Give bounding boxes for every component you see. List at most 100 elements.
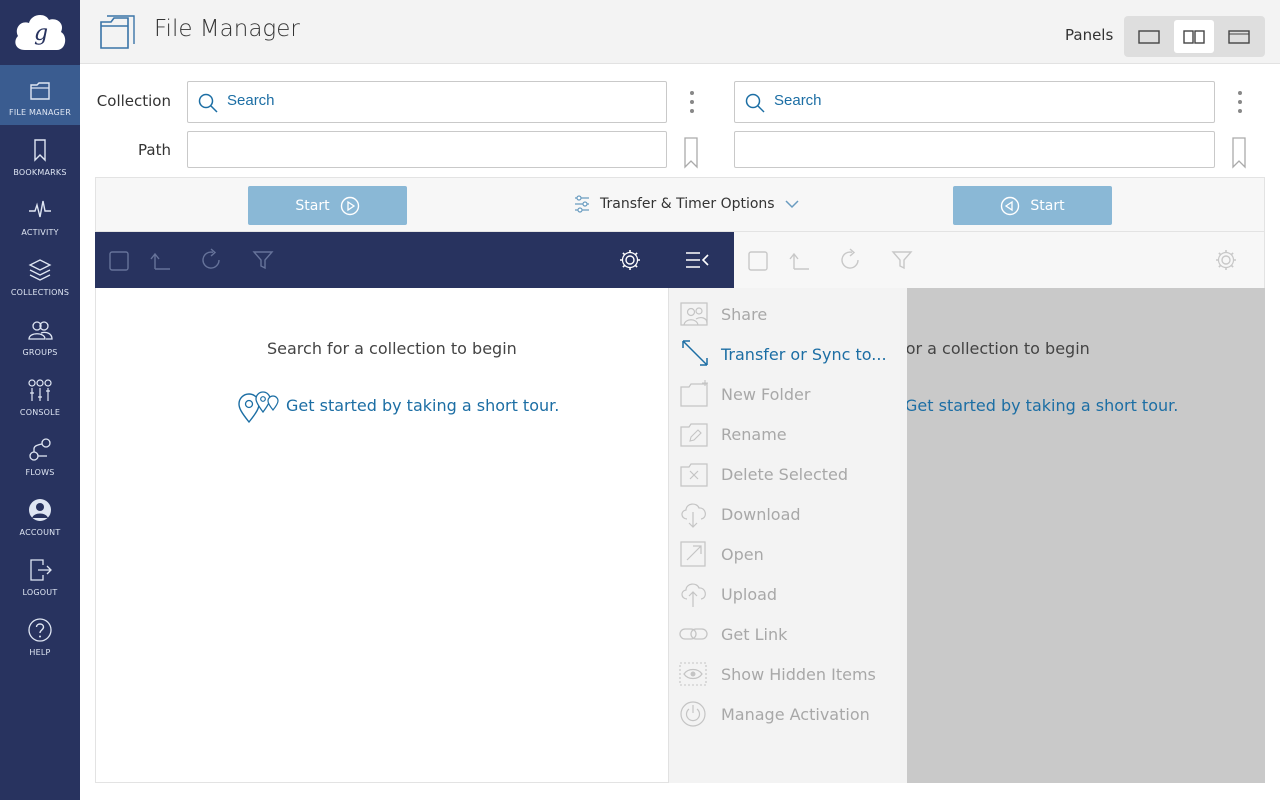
menu-open[interactable]: Open [669, 533, 908, 573]
menu-delete-selected[interactable]: Delete Selected [669, 453, 908, 493]
menu-manage-activation[interactable]: Manage Activation [669, 693, 908, 733]
menu-upload[interactable]: Upload [669, 573, 908, 613]
menu-share[interactable]: Share [669, 293, 908, 333]
sidebar-item-help[interactable]: HELP [0, 605, 80, 665]
help-icon [28, 618, 52, 642]
sidebar-item-groups[interactable]: GROUPS [0, 305, 80, 365]
play-left-icon [1001, 196, 1020, 215]
rename-icon [680, 423, 708, 447]
menu-label: Show Hidden Items [721, 665, 876, 684]
right-bookmark-icon[interactable] [1231, 137, 1247, 169]
console-icon [28, 379, 52, 401]
left-empty-hint: Search for a collection to begin [267, 339, 517, 358]
sidebar-item-account[interactable]: ACCOUNT [0, 485, 80, 545]
two-panel-icon [1183, 29, 1205, 44]
gear-icon[interactable] [618, 248, 642, 272]
open-external-icon [680, 541, 706, 567]
filter-icon[interactable] [891, 249, 913, 271]
left-toolbar [95, 232, 734, 288]
right-path-field[interactable] [734, 131, 1215, 168]
menu-show-hidden-items[interactable]: Show Hidden Items [669, 653, 908, 693]
app-root: g FILE MANAGER BOOKMARKS ACTIVITY COLLEC… [0, 0, 1280, 800]
path-label: Path [138, 141, 171, 159]
filter-icon[interactable] [252, 249, 274, 271]
activity-icon [29, 200, 51, 218]
transfer-bar: Start Transfer & Timer Options Start [95, 177, 1265, 232]
sidebar-item-activity[interactable]: ACTIVITY [0, 185, 80, 245]
menu-label: Rename [721, 425, 787, 444]
svg-text:g: g [34, 21, 48, 46]
eye-icon [679, 662, 707, 686]
left-collection-search[interactable] [187, 81, 667, 123]
sidebar-item-console[interactable]: CONSOLE [0, 365, 80, 425]
menu-label: Manage Activation [721, 705, 870, 724]
menu-download[interactable]: Download [669, 493, 908, 533]
sidebar-item-logout[interactable]: LOGOUT [0, 545, 80, 605]
menu-label: Transfer or Sync to... [721, 345, 887, 364]
up-folder-icon[interactable] [149, 251, 171, 271]
start-right-button[interactable]: Start [953, 186, 1112, 225]
collections-icon [28, 259, 52, 281]
menu-collapse-icon[interactable] [685, 251, 711, 269]
left-tour-link[interactable]: Get started by taking a short tour. [286, 396, 559, 415]
logout-icon [30, 559, 52, 581]
start-left-button[interactable]: Start [248, 186, 407, 225]
sidebar-item-label: GROUPS [22, 348, 58, 357]
account-icon [29, 499, 51, 521]
sidebar-item-label: LOGOUT [22, 588, 58, 597]
left-file-pane: Search for a collection to begin Get sta… [95, 288, 668, 783]
panel-mode-switch [1124, 16, 1265, 57]
refresh-icon[interactable] [199, 248, 223, 272]
search-icon [745, 93, 765, 113]
right-file-pane: Search for a collection to begin Get sta… [907, 288, 1265, 783]
globus-logo[interactable]: g [0, 0, 80, 64]
menu-label: Download [721, 505, 801, 524]
sidebar-item-label: FILE MANAGER [9, 108, 71, 117]
search-icon [198, 93, 218, 113]
menu-label: Get Link [721, 625, 788, 644]
groups-icon [28, 321, 53, 340]
right-collection-search[interactable] [734, 81, 1215, 123]
left-path-field[interactable] [187, 131, 667, 168]
sidebar-item-label: COLLECTIONS [10, 288, 70, 297]
sliders-icon [575, 195, 589, 213]
left-bookmark-icon[interactable] [683, 137, 699, 169]
collection-label: Collection [96, 92, 171, 110]
select-all-checkbox[interactable] [748, 251, 768, 271]
gear-icon[interactable] [1214, 248, 1238, 272]
menu-label: Share [721, 305, 768, 324]
sidebar-item-bookmarks[interactable]: BOOKMARKS [0, 125, 80, 185]
sidebar-item-file-manager[interactable]: FILE MANAGER [0, 65, 80, 125]
menu-rename[interactable]: Rename [669, 413, 908, 453]
right-tour-link[interactable]: Get started by taking a short tour. [907, 396, 1178, 415]
menu-label: Upload [721, 585, 778, 604]
new-folder-icon [680, 380, 708, 407]
select-all-checkbox[interactable] [109, 251, 129, 271]
menu-transfer-or-sync[interactable]: Transfer or Sync to... [669, 333, 908, 373]
upload-icon [681, 583, 706, 607]
left-collection-menu-button[interactable] [687, 89, 697, 119]
play-right-icon [340, 196, 359, 215]
two-panel-button[interactable] [1174, 20, 1214, 53]
share-icon [680, 302, 708, 326]
power-icon [680, 701, 706, 727]
single-panel-button[interactable] [1129, 20, 1169, 53]
menu-get-link[interactable]: Get Link [669, 613, 908, 653]
up-folder-icon[interactable] [788, 251, 810, 271]
right-collection-menu-button[interactable] [1235, 89, 1245, 119]
file-manager-icon [30, 82, 50, 100]
transfer-options-toggle[interactable]: Transfer & Timer Options [574, 195, 799, 213]
flows-icon [29, 438, 51, 461]
left-search-input[interactable] [227, 92, 627, 109]
sidebar-item-label: CONSOLE [19, 408, 61, 417]
sidebar-item-flows[interactable]: FLOWS [0, 425, 80, 485]
folder-icon [100, 15, 135, 49]
page-title: File Manager [154, 16, 300, 42]
right-search-input[interactable] [774, 92, 1174, 109]
menu-new-folder[interactable]: New Folder [669, 373, 908, 413]
right-panel-icon [1228, 29, 1250, 44]
sidebar-item-collections[interactable]: COLLECTIONS [0, 245, 80, 305]
sidebar-item-label: BOOKMARKS [13, 168, 67, 177]
refresh-icon[interactable] [838, 248, 862, 272]
right-panel-button[interactable] [1219, 20, 1259, 53]
